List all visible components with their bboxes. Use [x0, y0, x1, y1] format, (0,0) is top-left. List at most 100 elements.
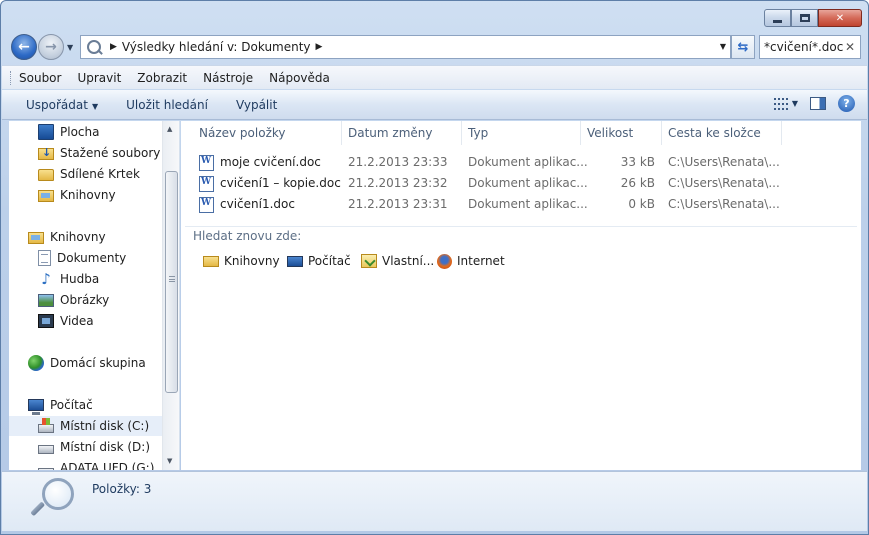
burn-button[interactable]: Vypálit: [222, 98, 291, 112]
maximize-button[interactable]: [791, 9, 818, 27]
nav-item-domaci-skupina[interactable]: Domácí skupina: [28, 353, 146, 373]
address-bar[interactable]: ▶ Výsledky hledání v: Dokumenty ▶ ▼: [80, 35, 731, 59]
menu-item-napoveda[interactable]: Nápověda: [269, 71, 330, 85]
maximize-icon: [799, 14, 810, 22]
help-icon[interactable]: ?: [838, 95, 855, 112]
clear-search-icon[interactable]: ✕: [845, 40, 855, 54]
navigation-row: ← → ▼ ▶ Výsledky hledání v: Dokumenty ▶ …: [9, 33, 861, 61]
pictures-icon: [38, 294, 54, 307]
organize-button[interactable]: Uspořádat ▼: [2, 98, 112, 112]
command-bar: Uspořádat ▼ Uložit hledání Vypálit ▼ ?: [2, 90, 867, 120]
nav-item-adata-ufd-g[interactable]: ADATA UFD (G:): [38, 458, 154, 470]
folder-icon: [38, 169, 54, 181]
nav-item-sdilene-krtek[interactable]: Sdílené Krtek: [38, 164, 140, 184]
magnifier-handle: [30, 501, 46, 517]
search-again-computer-button[interactable]: Počítač: [287, 251, 351, 271]
view-options-dropdown-icon[interactable]: ▼: [792, 99, 798, 108]
close-button[interactable]: ✕: [818, 9, 862, 27]
nav-item-mistni-disk-c[interactable]: Místní disk (C:): [9, 416, 163, 436]
file-name: cvičení1.doc: [220, 197, 295, 211]
nav-item-label: Stažené soubory: [60, 146, 161, 160]
nav-item-dokumenty[interactable]: Dokumenty: [38, 248, 126, 268]
nav-item-label: ADATA UFD (G:): [60, 461, 155, 470]
column-header-size[interactable]: Velikost: [581, 121, 662, 145]
file-name: cvičení1 – kopie.doc: [220, 176, 341, 190]
firefox-icon: [437, 253, 452, 269]
menu-grip: [10, 70, 13, 85]
documents-icon: [38, 250, 51, 266]
address-dropdown-icon[interactable]: ▼: [720, 42, 726, 51]
menu-item-nastroje[interactable]: Nástroje: [203, 71, 253, 85]
scroll-up-icon[interactable]: ▲: [167, 125, 172, 133]
search-again-libraries-button[interactable]: Knihovny: [203, 251, 280, 271]
nav-item-label: Počítač: [50, 398, 93, 412]
table-row[interactable]: moje cvičení.doc 21.2.2013 23:33 Dokumen…: [193, 152, 783, 173]
nav-item-knihovny[interactable]: Knihovny: [28, 227, 106, 247]
back-button[interactable]: ←: [11, 34, 37, 60]
custom-location-icon: [361, 254, 377, 268]
close-icon: ✕: [835, 12, 845, 24]
recent-pages-dropdown-icon[interactable]: ▼: [67, 43, 73, 52]
caption-buttons: ✕: [764, 9, 862, 27]
table-row[interactable]: cvičení1 – kopie.doc 21.2.2013 23:32 Dok…: [193, 173, 783, 194]
refresh-button[interactable]: ⇆: [731, 35, 755, 59]
computer-icon: [28, 399, 44, 415]
file-name: moje cvičení.doc: [220, 155, 321, 169]
nav-item-pocitac[interactable]: Počítač: [28, 395, 93, 415]
file-size: 33 kB: [620, 155, 655, 169]
divider: [185, 226, 857, 227]
nav-item-obrazky[interactable]: Obrázky: [38, 290, 109, 310]
nav-item-videa[interactable]: Videa: [38, 311, 94, 331]
breadcrumb-segment[interactable]: Výsledky hledání v: Dokumenty: [122, 40, 311, 54]
file-type: Dokument aplikac...: [468, 176, 588, 190]
save-search-button[interactable]: Uložit hledání: [112, 98, 222, 112]
nav-item-stazene-soubory[interactable]: Stažené soubory: [38, 143, 160, 163]
breadcrumb-chevron-icon[interactable]: ▶: [316, 42, 323, 52]
forward-button[interactable]: →: [38, 34, 64, 60]
items-count: Položky: 3: [92, 482, 152, 496]
file-date: 21.2.2013 23:32: [348, 176, 448, 190]
scroll-down-icon[interactable]: ▼: [167, 457, 172, 465]
nav-item-label: Sdílené Krtek: [60, 167, 140, 181]
table-row[interactable]: cvičení1.doc 21.2.2013 23:31 Dokument ap…: [193, 194, 783, 215]
scrollbar-grip: [169, 276, 175, 282]
search-input-value: *cvičení*.doc: [764, 40, 844, 54]
column-header-path[interactable]: Cesta ke složce: [662, 121, 782, 145]
word-document-icon: [199, 155, 214, 171]
breadcrumb-chevron-icon[interactable]: ▶: [110, 42, 117, 52]
search-again-internet-button[interactable]: Internet: [437, 251, 505, 271]
column-header-date[interactable]: Datum změny: [342, 121, 462, 145]
search-input[interactable]: *cvičení*.doc ✕: [759, 35, 861, 59]
menu-item-upravit[interactable]: Upravit: [77, 71, 121, 85]
nav-item-plocha[interactable]: Plocha: [38, 122, 99, 142]
minimize-icon: [773, 19, 782, 23]
preview-pane-icon[interactable]: [810, 97, 826, 110]
forward-arrow-icon: →: [45, 39, 57, 55]
downloads-icon: [38, 146, 54, 160]
change-view-icon[interactable]: [773, 97, 788, 110]
menu-item-zobrazit[interactable]: Zobrazit: [137, 71, 187, 85]
nav-item-label: Obrázky: [60, 293, 110, 307]
search-location-label: Vlastní...: [382, 254, 435, 268]
nav-item-label: Knihovny: [60, 188, 116, 202]
navigation-scrollbar[interactable]: ▲ ▼: [162, 121, 179, 470]
nav-item-label: Místní disk (C:): [60, 419, 150, 433]
nav-item-mistni-disk-d[interactable]: Místní disk (D:): [38, 437, 150, 457]
navigation-pane: Plocha Stažené soubory Sdílené Krtek Kni…: [9, 121, 180, 470]
menu-item-soubor[interactable]: Soubor: [19, 71, 61, 85]
file-size: 26 kB: [620, 176, 655, 190]
libraries-icon: [28, 232, 44, 244]
scrollbar-thumb[interactable]: [165, 171, 178, 393]
organize-label: Uspořádat: [26, 97, 88, 112]
column-header-name[interactable]: Název položky: [193, 121, 342, 145]
column-header-type[interactable]: Typ: [462, 121, 581, 145]
details-pane: Položky: 3: [2, 471, 867, 531]
nav-item-hudba[interactable]: ♪ Hudba: [38, 269, 99, 289]
search-again-custom-button[interactable]: Vlastní...: [361, 251, 434, 271]
word-document-icon: [199, 197, 214, 213]
word-document-icon: [199, 176, 214, 192]
search-location-label: Počítač: [308, 254, 351, 268]
explorer-window: ✕ ← → ▼ ▶ Výsledky hledání v: Dokumenty …: [0, 0, 869, 535]
minimize-button[interactable]: [764, 9, 791, 27]
nav-item-knihovny-favorite[interactable]: Knihovny: [38, 185, 116, 205]
